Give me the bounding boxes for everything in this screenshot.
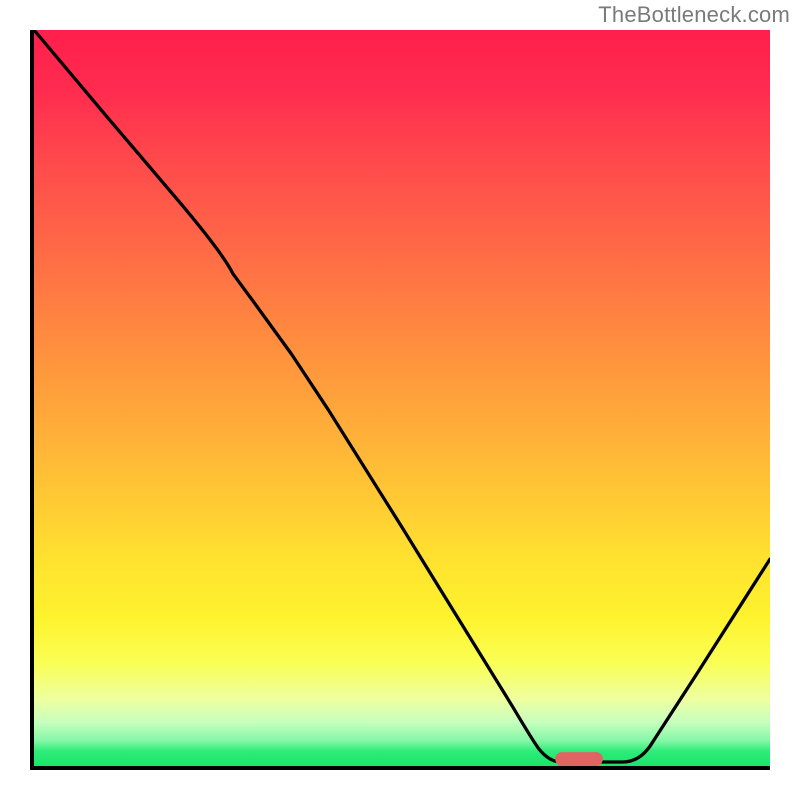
plot-area [30,30,770,770]
watermark-text: TheBottleneck.com [598,2,790,28]
chart-stage: TheBottleneck.com [0,0,800,800]
bottleneck-curve-svg [34,30,770,766]
bottleneck-curve [34,30,770,762]
optimum-marker [555,752,603,766]
